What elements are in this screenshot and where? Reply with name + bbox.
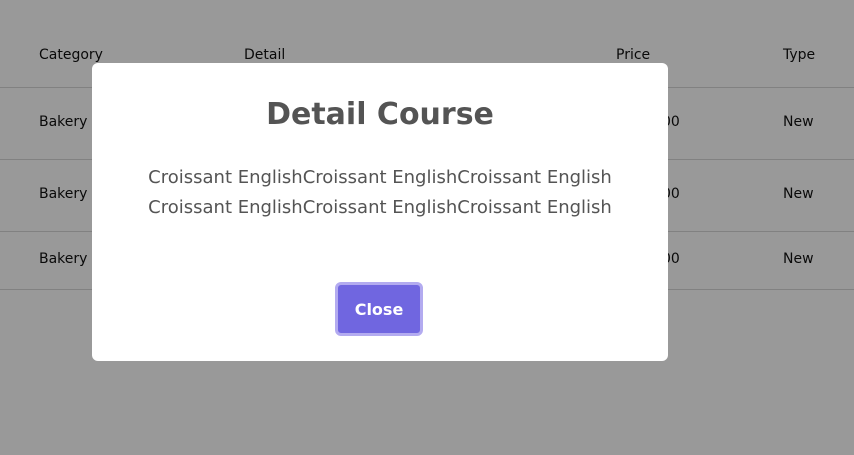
modal-title: Detail Course [266, 97, 494, 132]
modal-body-text: Croissant EnglishCroissant EnglishCroiss… [148, 167, 612, 218]
detail-modal: Detail Course Croissant EnglishCroissant… [92, 63, 668, 361]
close-button[interactable]: Close [335, 282, 423, 336]
